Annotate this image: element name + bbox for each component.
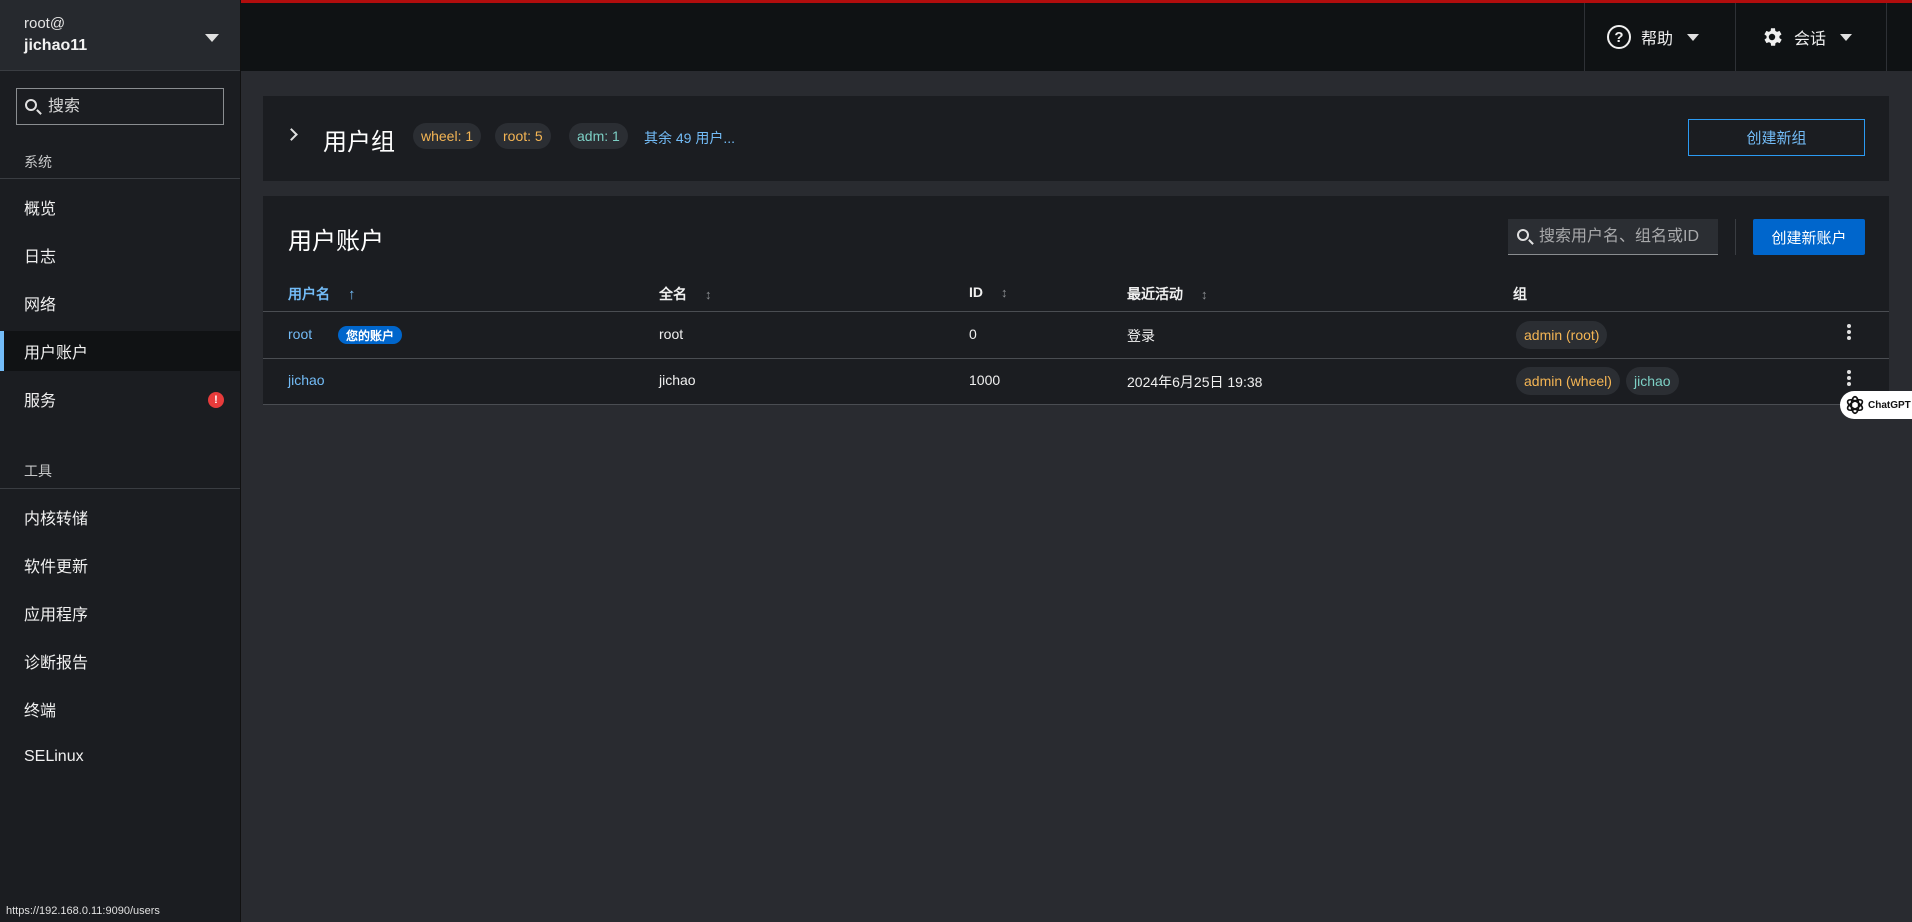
sidebar-item-accounts[interactable]: 用户账户 bbox=[0, 331, 240, 371]
sort-ascending-icon: ↑ bbox=[348, 285, 356, 303]
section-label-tools: 工具 bbox=[24, 463, 52, 479]
session-label: 会话 bbox=[1794, 31, 1827, 48]
help-menu-button[interactable]: ? 帮助 bbox=[1584, 3, 1734, 71]
expand-chevron-icon[interactable] bbox=[285, 128, 298, 141]
divider bbox=[0, 488, 240, 489]
create-group-button[interactable]: 创建新组 bbox=[1688, 119, 1865, 156]
column-header-fullname[interactable]: 全名 ↕ bbox=[659, 284, 712, 304]
sidebar-item-networking[interactable]: 网络 bbox=[0, 283, 240, 323]
username-link[interactable]: root bbox=[288, 326, 312, 342]
last-active-cell: 登录 bbox=[1127, 328, 1155, 344]
username-link[interactable]: jichao bbox=[288, 372, 325, 388]
status-bar-url: https://192.168.0.11:9090/users bbox=[0, 903, 166, 922]
groups-title: 用户组 bbox=[323, 129, 395, 156]
group-chip-adm[interactable]: adm: 1 bbox=[569, 123, 628, 149]
chatgpt-extension-tab[interactable]: ChatGPT bbox=[1840, 391, 1912, 419]
your-account-badge: 您的账户 bbox=[338, 326, 403, 344]
group-chip-admin-root[interactable]: admin (root) bbox=[1516, 321, 1608, 349]
host-user: root@ bbox=[24, 15, 66, 32]
top-bar: ? 帮助 会话 bbox=[241, 0, 1912, 71]
row-actions-kebab-icon[interactable] bbox=[1839, 321, 1859, 343]
accounts-title: 用户账户 bbox=[288, 228, 384, 255]
sidebar-item-software-updates[interactable]: 软件更新 bbox=[0, 545, 240, 585]
sidebar-item-label: 服务 bbox=[24, 393, 57, 410]
group-chip-jichao[interactable]: jichao bbox=[1626, 367, 1679, 395]
sidebar-search bbox=[16, 88, 224, 125]
table-header-rule bbox=[263, 311, 1889, 312]
sidebar-item-selinux[interactable]: SELinux bbox=[0, 737, 240, 777]
caret-down-icon bbox=[205, 34, 219, 42]
sidebar: root@ jichao11 系统 概览 日志 网络 用户账户 服务 ! 工具 … bbox=[0, 0, 241, 922]
sidebar-item-label: 用户账户 bbox=[24, 345, 89, 362]
sort-icon: ↕ bbox=[1201, 286, 1208, 302]
sidebar-item-logs[interactable]: 日志 bbox=[0, 235, 240, 275]
sort-icon: ↕ bbox=[1001, 284, 1008, 300]
caret-down-icon bbox=[1687, 33, 1700, 41]
row-divider bbox=[263, 358, 1889, 359]
gear-icon bbox=[1764, 28, 1782, 46]
group-chip-admin-wheel[interactable]: admin (wheel) bbox=[1516, 367, 1620, 395]
search-icon bbox=[1517, 229, 1529, 241]
group-chip-root[interactable]: root: 5 bbox=[495, 123, 551, 149]
groups-card: 用户组 wheel: 1 root: 5 adm: 1 其余 49 用户... … bbox=[263, 96, 1889, 181]
chatgpt-logo-icon bbox=[1846, 395, 1864, 415]
caret-down-icon bbox=[1840, 33, 1853, 41]
column-header-label: 全名 bbox=[659, 286, 687, 302]
column-header-last-active[interactable]: 最近活动 ↕ bbox=[1127, 284, 1208, 304]
sidebar-item-applications[interactable]: 应用程序 bbox=[0, 593, 240, 633]
sort-icon: ↕ bbox=[705, 286, 712, 302]
accounts-search bbox=[1508, 219, 1718, 255]
session-menu-button[interactable]: 会话 bbox=[1735, 3, 1887, 71]
column-header-label: 用户名 bbox=[288, 286, 330, 302]
sidebar-item-kdump[interactable]: 内核转储 bbox=[0, 497, 240, 537]
sidebar-search-input[interactable] bbox=[48, 89, 218, 124]
accounts-card: 用户账户 创建新账户 用户名 ↑ 全名 ↕ ID ↕ 最近活动 ↕ 组 bbox=[263, 196, 1889, 405]
sidebar-item-services[interactable]: 服务 ! bbox=[0, 379, 240, 419]
group-chip-wheel[interactable]: wheel: 1 bbox=[413, 123, 482, 149]
row-actions-kebab-icon[interactable] bbox=[1839, 367, 1859, 389]
column-header-id[interactable]: ID ↕ bbox=[969, 284, 1008, 300]
id-cell: 1000 bbox=[969, 372, 1001, 388]
divider bbox=[0, 178, 240, 179]
column-header-label: 最近活动 bbox=[1127, 286, 1183, 302]
divider bbox=[1735, 219, 1736, 255]
section-label-system: 系统 bbox=[24, 154, 52, 170]
search-icon bbox=[25, 99, 37, 111]
host-switcher[interactable]: root@ jichao11 bbox=[0, 0, 240, 71]
column-header-username[interactable]: 用户名 ↑ bbox=[288, 284, 356, 304]
last-active-cell: 2024年6月25日 19:38 bbox=[1127, 374, 1263, 390]
accounts-search-input[interactable] bbox=[1539, 219, 1714, 254]
alert-icon: ! bbox=[208, 392, 224, 408]
id-cell: 0 bbox=[969, 326, 977, 342]
fullname-cell: jichao bbox=[659, 372, 696, 388]
fullname-cell: root bbox=[659, 326, 684, 342]
more-groups-link[interactable]: 其余 49 用户... bbox=[644, 128, 735, 148]
row-divider bbox=[263, 404, 1889, 405]
sidebar-item-diagnostic-reports[interactable]: 诊断报告 bbox=[0, 641, 240, 681]
help-icon: ? bbox=[1607, 25, 1631, 49]
sidebar-item-overview[interactable]: 概览 bbox=[0, 187, 240, 227]
help-label: 帮助 bbox=[1641, 31, 1674, 48]
column-header-groups: 组 bbox=[1513, 284, 1527, 304]
cockpit-app: root@ jichao11 系统 概览 日志 网络 用户账户 服务 ! 工具 … bbox=[0, 0, 1912, 922]
column-header-label: ID bbox=[969, 284, 983, 300]
chatgpt-label: ChatGPT bbox=[1868, 399, 1911, 411]
column-header-label: 组 bbox=[1513, 286, 1527, 302]
create-account-button[interactable]: 创建新账户 bbox=[1753, 219, 1865, 255]
sidebar-item-terminal[interactable]: 终端 bbox=[0, 689, 240, 729]
